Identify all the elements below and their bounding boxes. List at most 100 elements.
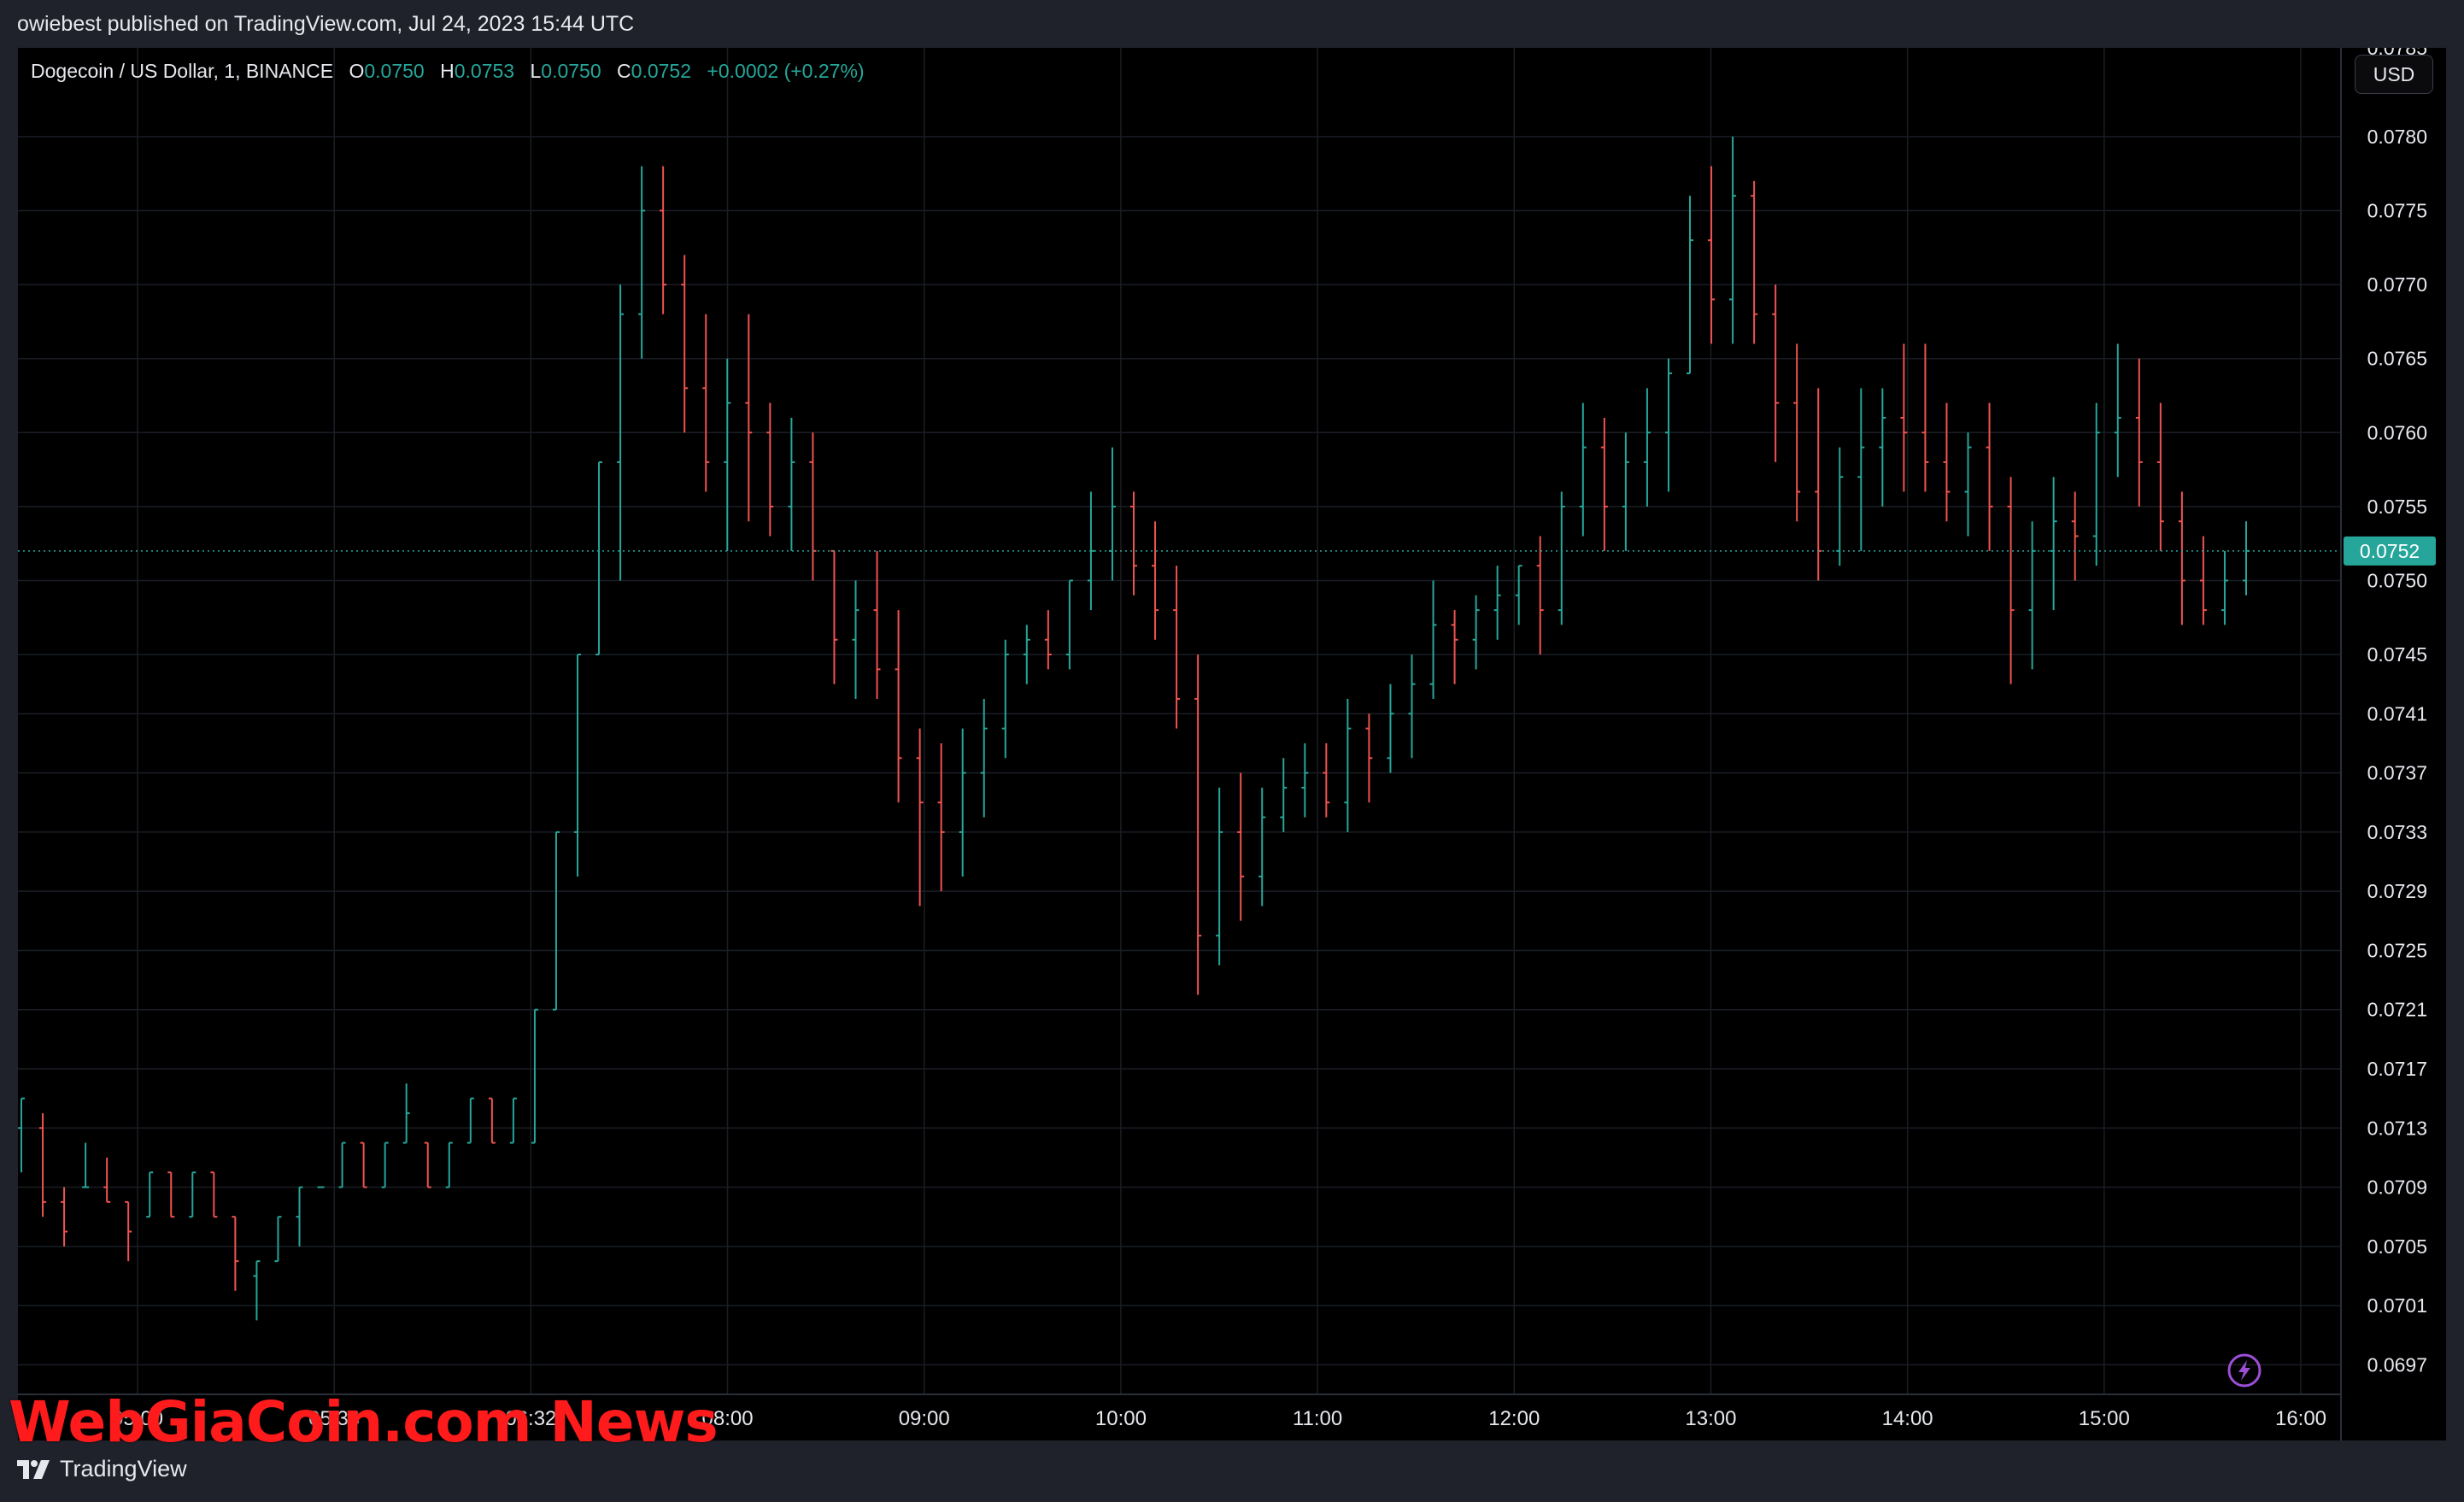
ohlc-bar xyxy=(1001,639,1009,759)
last-price-label: 0.0752 xyxy=(2344,536,2436,566)
high-label: H xyxy=(440,60,455,82)
price-chart[interactable]: 0.0780 0.0775 0.0770 0.0765 0.0760 0.0755 0.07… xyxy=(18,48,2446,1440)
watermark-text: WebGiaCoin.com News xyxy=(9,1389,719,1455)
ohlc-bar xyxy=(916,728,924,906)
low-value: 0.0750 xyxy=(541,60,601,82)
ohlc-bar xyxy=(1173,566,1181,729)
y-tick-label: 0.0701 xyxy=(2367,1294,2427,1317)
ohlc-bar xyxy=(660,166,667,314)
x-tick-label: 11:00 xyxy=(1293,1407,1342,1430)
ohlc-bar xyxy=(1108,447,1116,581)
lightning-icon[interactable] xyxy=(2227,1353,2262,1388)
ohlc-bar xyxy=(338,1141,346,1188)
ohlc-bar xyxy=(980,699,988,818)
ohlc-bar xyxy=(125,1200,132,1262)
ohlc-bar xyxy=(1622,432,1629,551)
ohlc-bar xyxy=(2243,521,2250,596)
ohlc-bar xyxy=(1451,610,1458,684)
change-value: +0.0002 (+0.27%) xyxy=(707,60,865,82)
ohlc-bars xyxy=(18,136,2250,1321)
y-tick-label: 0.0775 xyxy=(2367,200,2427,222)
x-tick-label: 14:00 xyxy=(1882,1407,1933,1430)
chart-legend: Dogecoin / US Dollar, 1, BINANCE O0.0750… xyxy=(31,60,865,83)
y-tick-label: 0.0741 xyxy=(2367,702,2427,725)
high-value: 0.0753 xyxy=(454,60,515,82)
ohlc-bar xyxy=(424,1141,431,1188)
ohlc-bar xyxy=(1065,579,1073,670)
ohlc-bar xyxy=(1280,758,1288,832)
ohlc-bar xyxy=(531,1008,538,1144)
y-tick-label: 0.0717 xyxy=(2367,1058,2427,1080)
ohlc-bar xyxy=(595,461,603,656)
ohlc-bar xyxy=(1879,388,1886,507)
ohlc-bar xyxy=(1708,166,1716,344)
ohlc-bar xyxy=(2050,477,2057,611)
y-tick-label: 0.0705 xyxy=(2367,1235,2427,1258)
ohlc-bar xyxy=(402,1083,410,1144)
ohlc-bar xyxy=(1579,402,1587,537)
y-tick-label: 0.0713 xyxy=(2367,1117,2427,1139)
x-tick-label: 10:00 xyxy=(1095,1407,1147,1430)
footer-brand: TradingView xyxy=(60,1456,187,1481)
tradingview-icon xyxy=(17,1459,50,1479)
ohlc-bar xyxy=(1729,136,1737,344)
ohlc-bar xyxy=(766,402,774,537)
ohlc-bar xyxy=(39,1112,47,1217)
ohlc-bar xyxy=(2114,343,2121,478)
ohlc-bar xyxy=(103,1157,111,1203)
ohlc-bar xyxy=(61,1187,68,1247)
ohlc-bar xyxy=(232,1216,239,1291)
x-tick-label: 12:00 xyxy=(1488,1407,1540,1430)
ohlc-bar xyxy=(745,314,753,522)
ohlc-bar xyxy=(1044,610,1052,670)
ohlc-bar xyxy=(1986,402,1993,551)
tradingview-logo[interactable]: TradingView xyxy=(17,1456,187,1482)
price-axis[interactable]: 0.0780 0.0775 0.0770 0.0765 0.0760 0.0755 0.07… xyxy=(2367,48,2427,1376)
ohlc-bar xyxy=(1130,491,1137,596)
ohlc-bar xyxy=(488,1097,496,1144)
ohlc-bar xyxy=(381,1141,389,1188)
ohlc-bar xyxy=(167,1171,175,1218)
ohlc-bar xyxy=(1664,358,1672,492)
ohlc-bar xyxy=(1857,388,1865,551)
ohlc-bar xyxy=(552,830,560,1011)
ohlc-bar xyxy=(2178,491,2185,625)
ohlc-bar xyxy=(788,417,795,551)
ohlc-bar xyxy=(1815,388,1822,581)
close-label: C xyxy=(617,60,631,82)
ohlc-bar xyxy=(509,1097,517,1144)
ohlc-bar xyxy=(1258,787,1266,906)
ohlc-bar xyxy=(1493,566,1501,640)
ohlc-bar xyxy=(830,549,838,684)
y-tick-label: 0.0755 xyxy=(2367,496,2427,518)
y-tick-label: 0.0760 xyxy=(2367,421,2427,443)
y-tick-label: 0.0721 xyxy=(2367,999,2427,1021)
ohlc-bar xyxy=(1237,772,1245,921)
currency-button[interactable]: USD xyxy=(2355,55,2433,94)
ohlc-bar xyxy=(1558,491,1565,625)
y-tick-label: 0.0737 xyxy=(2367,762,2427,784)
ohlc-bar xyxy=(1643,388,1651,507)
y-tick-label: 0.0725 xyxy=(2367,939,2427,961)
ohlc-bar xyxy=(146,1171,154,1218)
x-tick-label: 16:00 xyxy=(2275,1407,2326,1430)
ohlc-bar xyxy=(18,1097,25,1173)
x-tick-label: 13:00 xyxy=(1685,1407,1736,1430)
ohlc-bar xyxy=(1365,713,1373,803)
ohlc-bar xyxy=(1194,654,1202,995)
y-tick-label: 0.0750 xyxy=(2367,569,2427,591)
ohlc-bar xyxy=(445,1141,453,1188)
y-tick-label: 0.0765 xyxy=(2367,348,2427,370)
ohlc-bar xyxy=(82,1142,90,1188)
ohlc-bar xyxy=(681,255,689,433)
chart-area[interactable]: 0.0780 0.0775 0.0770 0.0765 0.0760 0.0755 0.07… xyxy=(18,48,2446,1440)
ohlc-bar xyxy=(274,1216,282,1263)
ohlc-bar xyxy=(210,1171,218,1218)
last-price-value: 0.0752 xyxy=(2360,540,2420,562)
y-tick-label: 0.0770 xyxy=(2367,273,2427,296)
ohlc-bar xyxy=(1408,654,1416,759)
grid xyxy=(18,48,2340,1394)
ohlc-bar xyxy=(296,1186,303,1247)
ohlc-bar xyxy=(959,728,966,877)
ohlc-bar xyxy=(873,550,881,700)
